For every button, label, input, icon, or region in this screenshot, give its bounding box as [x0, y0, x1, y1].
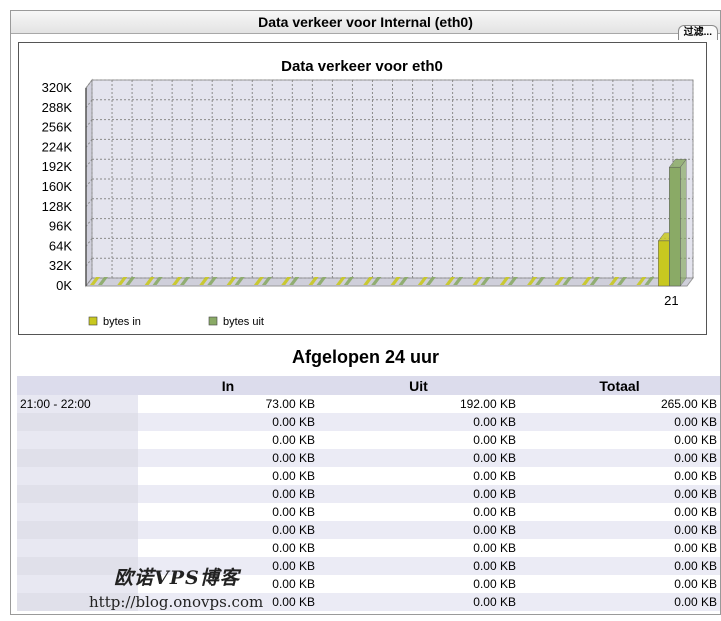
- legend-label: bytes in: [103, 316, 141, 328]
- uit-cell: 0.00 KB: [318, 413, 519, 431]
- table-row: 0.00 KB 0.00 KB 0.00 KB: [17, 413, 720, 431]
- y-tick-label: 256K: [42, 120, 73, 135]
- period-cell: [17, 539, 138, 557]
- legend-swatch-bytes-in: [88, 316, 98, 326]
- y-tick-label: 64K: [49, 238, 72, 253]
- in-cell: 73.00 KB: [138, 395, 318, 413]
- in-cell: 0.00 KB: [138, 503, 318, 521]
- watermark-url: http://blog.onovps.com: [89, 593, 264, 611]
- chart-title: Data verkeer voor eth0: [281, 58, 443, 75]
- table-row: 0.00 KB 0.00 KB 0.00 KB: [17, 539, 720, 557]
- window-title: Data verkeer voor Internal (eth0) 过滤...: [11, 11, 720, 40]
- y-tick-label: 224K: [42, 139, 73, 154]
- summary-title: Afgelopen 24 uur: [291, 347, 439, 367]
- watermark: 欧诺VPS博客 http://blog.onovps.com: [89, 563, 263, 611]
- period-cell: [17, 521, 138, 539]
- in-cell: 0.00 KB: [138, 485, 318, 503]
- legend-label: bytes uit: [223, 316, 264, 328]
- period-cell: [17, 467, 138, 485]
- y-tick-label: 128K: [42, 199, 73, 214]
- bar-bytes-in: [658, 240, 670, 287]
- table-row: 0.00 KB 0.00 KB 0.00 KB: [17, 467, 720, 485]
- column-header-1: In: [138, 376, 318, 395]
- traffic-window: Data verkeer voor Internal (eth0) 过滤... …: [10, 10, 721, 615]
- uit-cell: 0.00 KB: [318, 593, 519, 611]
- window-title-text: Data verkeer voor Internal (eth0): [258, 14, 473, 30]
- table-row: 0.00 KB 0.00 KB 0.00 KB: [17, 431, 720, 449]
- totaal-cell: 0.00 KB: [519, 575, 720, 593]
- in-cell: 0.00 KB: [138, 413, 318, 431]
- table-row: 0.00 KB 0.00 KB 0.00 KB: [17, 521, 720, 539]
- y-tick-label: 288K: [42, 100, 73, 115]
- bar-bytes-uit-side: [680, 158, 687, 287]
- table-row: 0.00 KB 0.00 KB 0.00 KB: [17, 485, 720, 503]
- totaal-cell: 0.00 KB: [519, 557, 720, 575]
- uit-cell: 0.00 KB: [318, 449, 519, 467]
- y-tick-label: 160K: [42, 179, 73, 194]
- uit-cell: 0.00 KB: [318, 521, 519, 539]
- totaal-cell: 0.00 KB: [519, 449, 720, 467]
- totaal-cell: 0.00 KB: [519, 539, 720, 557]
- traffic-chart: Data verkeer voor eth0 0K 32K 64K 96K 128K 160…: [18, 42, 707, 335]
- uit-cell: 192.00 KB: [318, 395, 519, 413]
- uit-cell: 0.00 KB: [318, 503, 519, 521]
- table-row: 0.00 KB 0.00 KB 0.00 KB: [17, 449, 720, 467]
- traffic-chart-svg: Data verkeer voor eth0 0K 32K 64K 96K 128K 160…: [42, 58, 694, 328]
- table-header-row: In Uit Totaal: [17, 376, 720, 395]
- uit-cell: 0.00 KB: [318, 467, 519, 485]
- period-cell: [17, 503, 138, 521]
- column-header-3: Totaal: [519, 376, 720, 395]
- period-cell: [17, 449, 138, 467]
- bar-bytes-uit: [669, 166, 681, 287]
- y-tick-label: 0K: [56, 278, 72, 293]
- in-cell: 0.00 KB: [138, 467, 318, 485]
- y-tick-label: 320K: [42, 80, 73, 95]
- table-row: 0.00 KB 0.00 KB 0.00 KB: [17, 503, 720, 521]
- period-cell: [17, 485, 138, 503]
- period-cell: 21:00 - 22:00: [17, 395, 138, 413]
- totaal-cell: 0.00 KB: [519, 521, 720, 539]
- y-tick-label: 32K: [49, 258, 72, 273]
- totaal-cell: 0.00 KB: [519, 431, 720, 449]
- legend-swatch-bytes-uit: [208, 316, 218, 326]
- in-cell: 0.00 KB: [138, 521, 318, 539]
- totaal-cell: 0.00 KB: [519, 485, 720, 503]
- column-header-2: Uit: [318, 376, 519, 395]
- period-cell: [17, 431, 138, 449]
- totaal-cell: 0.00 KB: [519, 413, 720, 431]
- in-cell: 0.00 KB: [138, 431, 318, 449]
- y-tick-label: 192K: [42, 159, 73, 174]
- in-cell: 0.00 KB: [138, 449, 318, 467]
- uit-cell: 0.00 KB: [318, 557, 519, 575]
- x-tick-label: 21: [664, 293, 678, 308]
- uit-cell: 0.00 KB: [318, 539, 519, 557]
- y-tick-label: 96K: [49, 219, 72, 234]
- table-row: 21:00 - 22:00 73.00 KB 192.00 KB 265.00 KB: [17, 395, 720, 413]
- uit-cell: 0.00 KB: [318, 431, 519, 449]
- in-cell: 0.00 KB: [138, 539, 318, 557]
- totaal-cell: 0.00 KB: [519, 503, 720, 521]
- totaal-cell: 265.00 KB: [519, 395, 720, 413]
- watermark-name: 欧诺VPS博客: [114, 567, 240, 589]
- filter-button[interactable]: 过滤...: [677, 25, 718, 40]
- period-cell: [17, 413, 138, 431]
- column-header-0: [17, 376, 138, 395]
- totaal-cell: 0.00 KB: [519, 593, 720, 611]
- uit-cell: 0.00 KB: [318, 485, 519, 503]
- uit-cell: 0.00 KB: [318, 575, 519, 593]
- totaal-cell: 0.00 KB: [519, 467, 720, 485]
